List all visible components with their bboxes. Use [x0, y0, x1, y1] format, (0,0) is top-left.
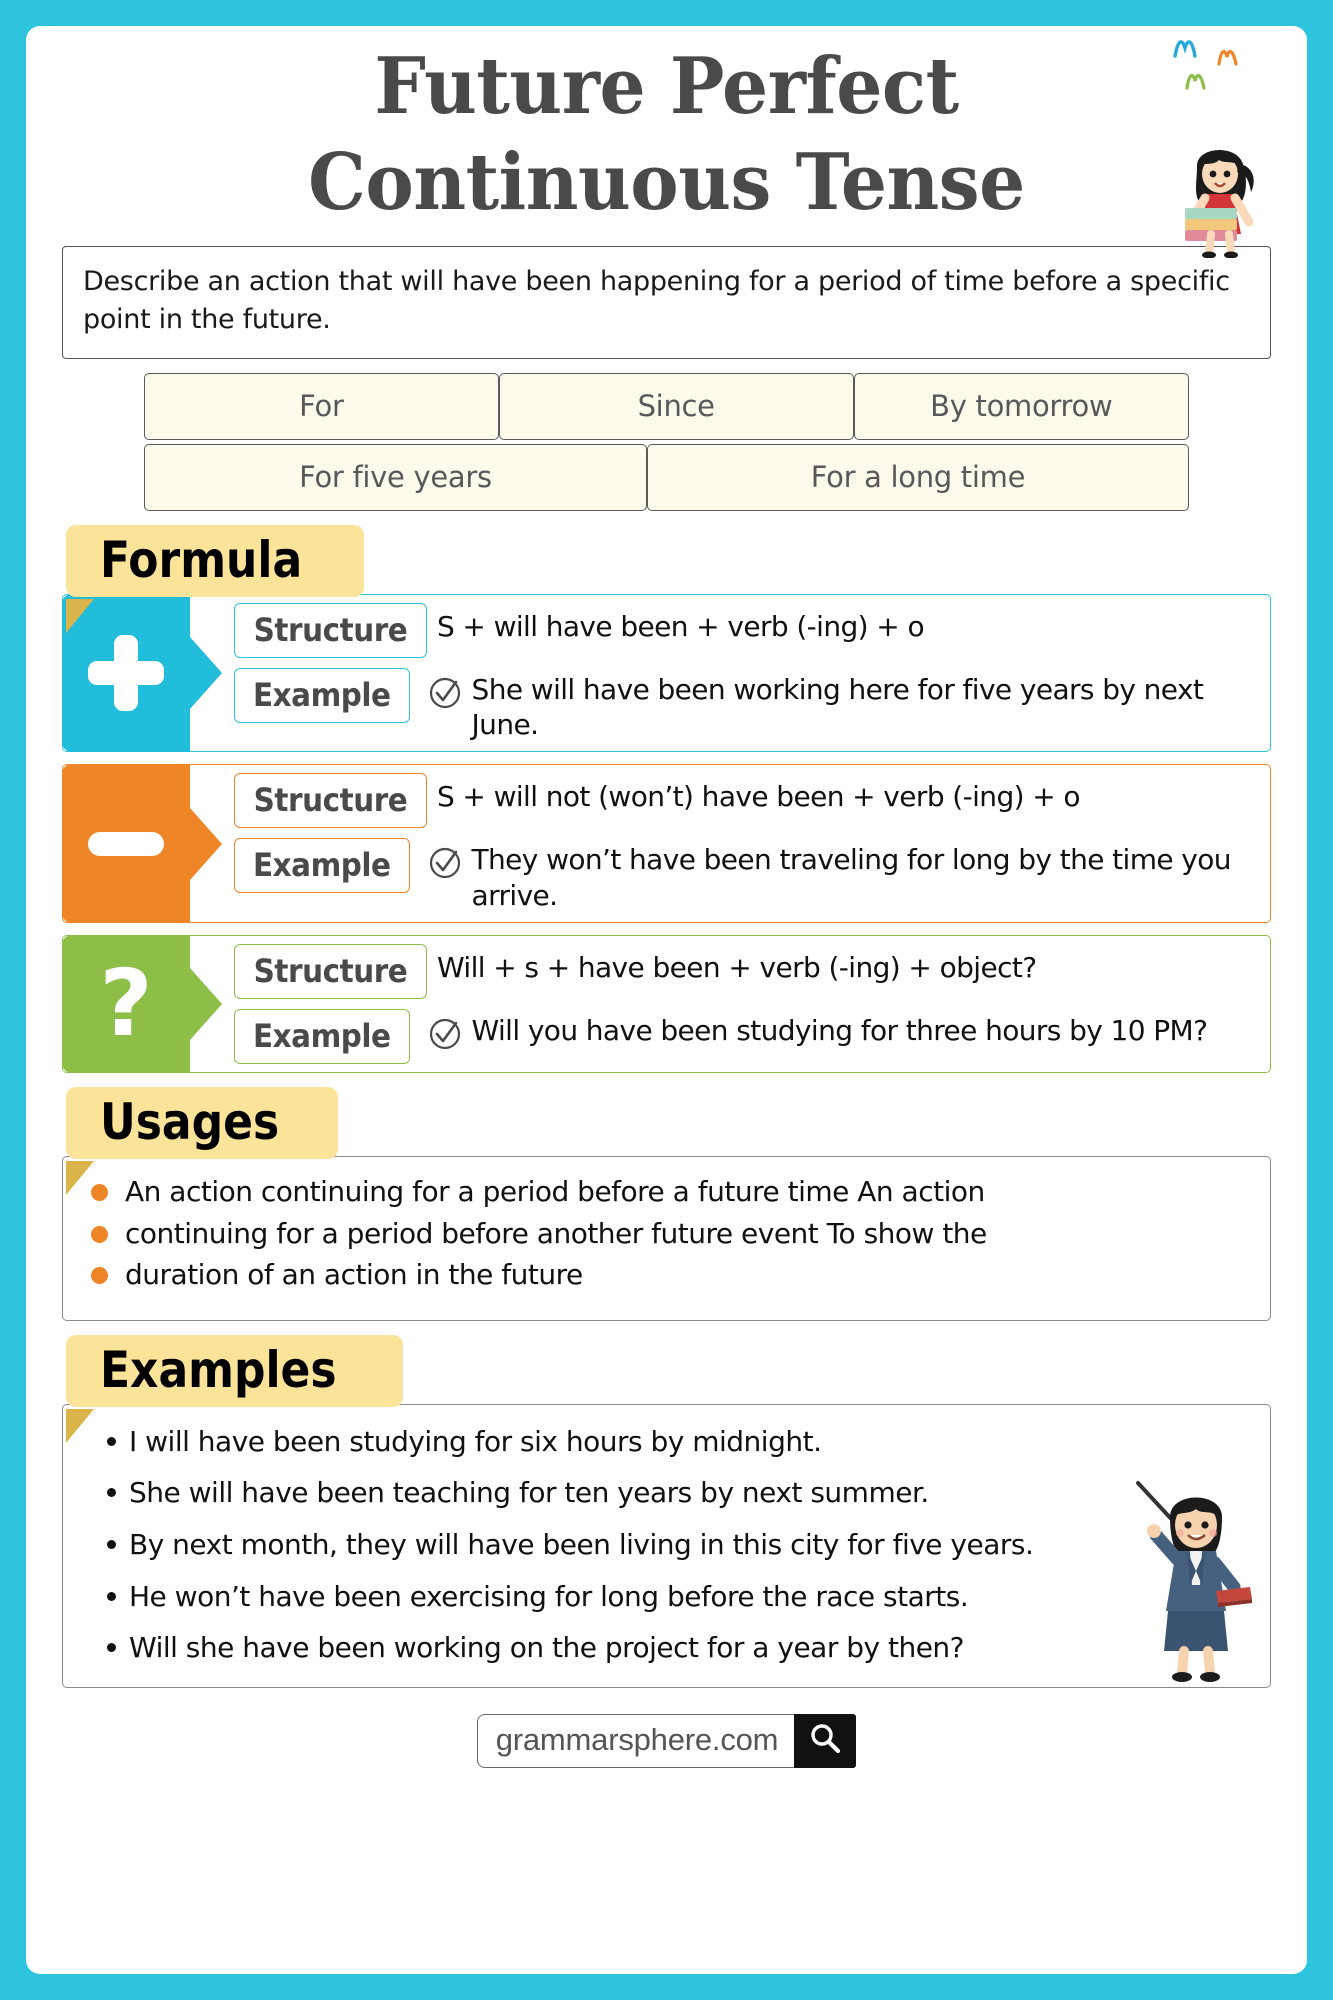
example-row: Example Will you have been studying for … [234, 1008, 1260, 1064]
interrogative-body: Structure Will + s + have been + verb (-… [190, 936, 1270, 1072]
check-circle-icon [428, 846, 462, 880]
formula-card-interrogative: ? Structure Will + s + have been + verb … [62, 934, 1271, 1073]
examples-list: I will have been studying for six hours … [85, 1425, 1250, 1665]
examples-tab-fold [66, 1408, 94, 1443]
examples-tab: Examples [66, 1334, 403, 1407]
list-item: She will have been teaching for ten year… [85, 1476, 1250, 1510]
minus-icon [88, 831, 164, 856]
keyword-chip[interactable]: For five years [144, 443, 647, 511]
usages-tab-fold [66, 1160, 94, 1195]
formula-card-negative: Structure S + will not (won’t) have been… [62, 764, 1271, 923]
structure-pill: Structure [234, 602, 427, 658]
plus-icon [88, 634, 164, 711]
title-line-2: Continuous Tense [308, 137, 1025, 228]
chip-row-2: For five years For a long time [144, 443, 1189, 511]
chip-row-1: For Since By tomorrow [144, 372, 1189, 440]
teacher-illustration [1130, 1475, 1260, 1685]
formula-card-affirmative: Structure S + will have been + verb (-in… [62, 593, 1271, 753]
example-label: Example [252, 1016, 391, 1055]
formula-tab-label: Formula [100, 530, 303, 589]
definition-text: Describe an action that will have been h… [83, 266, 1230, 336]
search-icon [808, 1721, 842, 1760]
list-item: Will she have been working on the projec… [85, 1631, 1250, 1665]
footer: grammarsphere.com [62, 1713, 1271, 1768]
site-logo[interactable]: grammarsphere.com [476, 1713, 857, 1768]
page-title: Future Perfect Continuous Tense [104, 48, 1228, 222]
examples-section: Examples I will have been studying for s… [62, 1334, 1271, 1688]
question-icon: ? [99, 949, 153, 1057]
example-row: Example She will have been working here … [234, 667, 1260, 744]
negative-body: Structure S + will not (won’t) have been… [190, 765, 1270, 922]
example-label: Example [252, 846, 391, 885]
structure-text: Will + s + have been + verb (-ing) + obj… [436, 950, 1037, 984]
list-item: He won’t have been exercising for long b… [85, 1580, 1250, 1614]
negative-badge [62, 764, 190, 923]
keyword-chip[interactable]: By tomorrow [853, 372, 1189, 440]
example-text: They won’t have been traveling for long … [471, 843, 1232, 913]
title-section: Future Perfect Continuous Tense [62, 26, 1271, 259]
usages-section: Usages An action continuing for a period… [62, 1086, 1271, 1321]
example-pill: Example [234, 667, 410, 723]
definition-box: Describe an action that will have been h… [62, 246, 1271, 359]
keyword-chip[interactable]: Since [498, 372, 854, 440]
structure-text: S + will not (won’t) have been + verb (-… [436, 780, 1081, 814]
title-line-1: Future Perfect [374, 41, 959, 132]
example-label: Example [252, 675, 391, 714]
usages-list: An action continuing for a period before… [85, 1175, 1250, 1292]
example-pill: Example [234, 838, 410, 894]
girl-with-books-illustration [1167, 138, 1277, 259]
check-circle-icon [428, 676, 462, 710]
keyword-chips: For Since By tomorrow For five years For… [62, 372, 1271, 511]
structure-label: Structure [253, 610, 408, 649]
structure-label: Structure [253, 781, 408, 820]
formula-tab: Formula [66, 524, 364, 597]
usages-tab: Usages [66, 1086, 338, 1159]
list-item: An action continuing for a period before… [85, 1175, 1250, 1209]
keyword-chip[interactable]: For a long time [646, 443, 1189, 511]
poster-sheet: Future Perfect Continuous Tense Describe… [26, 26, 1307, 1974]
structure-row: Structure S + will have been + verb (-in… [234, 602, 1260, 658]
formula-section: Formula Structure S + will have been + v… [62, 524, 1271, 1073]
interrogative-badge: ? [62, 934, 190, 1073]
example-text: She will have been working here for five… [471, 672, 1204, 742]
structure-row: Structure Will + s + have been + verb (-… [234, 943, 1260, 999]
usages-tab-label: Usages [100, 1092, 280, 1151]
list-item: duration of an action in the future [85, 1258, 1250, 1292]
examples-tab-label: Examples [100, 1340, 337, 1399]
check-circle-icon [428, 1017, 462, 1051]
structure-row: Structure S + will not (won’t) have been… [234, 773, 1260, 829]
list-item: I will have been studying for six hours … [85, 1425, 1250, 1459]
list-item: By next month, they will have been livin… [85, 1528, 1250, 1562]
structure-pill: Structure [234, 773, 427, 829]
search-button[interactable] [794, 1713, 857, 1768]
site-url: grammarsphere.com [476, 1713, 795, 1768]
usages-box: An action continuing for a period before… [62, 1155, 1271, 1321]
poster-background: Future Perfect Continuous Tense Describe… [0, 0, 1333, 2000]
example-text: Will you have been studying for three ho… [471, 1013, 1208, 1047]
example-pill: Example [234, 1008, 410, 1064]
structure-text: S + will have been + verb (-ing) + o [436, 609, 925, 643]
list-item: continuing for a period before another f… [85, 1217, 1250, 1251]
examples-box: I will have been studying for six hours … [62, 1403, 1271, 1688]
formula-tab-fold [66, 598, 94, 633]
keyword-chip[interactable]: For [144, 372, 499, 440]
example-row: Example They won’t have been traveling f… [234, 838, 1260, 914]
structure-pill: Structure [234, 943, 427, 999]
affirmative-body: Structure S + will have been + verb (-in… [190, 595, 1270, 752]
structure-label: Structure [253, 951, 408, 990]
